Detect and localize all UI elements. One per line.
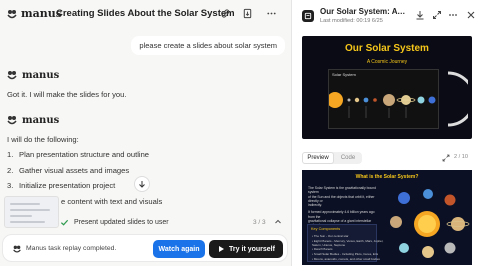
- export-file-icon[interactable]: [240, 6, 254, 20]
- manus-logo-icon: [13, 245, 21, 253]
- document-icon: [302, 10, 314, 22]
- brand[interactable]: manus: [6, 7, 62, 20]
- user-message: please create a slides about solar syste…: [131, 36, 285, 55]
- task-text: Present updated slides to user: [74, 218, 169, 226]
- preview-pane: Our Solar System: A C... Last modified: …: [291, 0, 480, 266]
- manus-logo-icon: [7, 116, 17, 125]
- chat-pane: manus Creating Slides About the Solar Sy…: [0, 0, 291, 266]
- scroll-to-bottom-button[interactable]: [134, 176, 150, 192]
- replay-status: Manus task replay completed.: [26, 245, 117, 252]
- slide-title: What is the Solar System?: [355, 174, 419, 180]
- agent-reply: I will do the following:: [7, 135, 79, 144]
- page-counter: 2 / 10: [454, 154, 468, 160]
- more-options-icon[interactable]: [264, 6, 278, 20]
- fullscreen-icon[interactable]: [442, 154, 450, 162]
- close-icon[interactable]: [465, 9, 477, 21]
- preview-tabs: Preview Code 2 / 10: [302, 152, 472, 164]
- document-title: Our Solar System: A C...: [320, 7, 406, 16]
- slide-preview-1[interactable]: Our Solar System A Cosmic Journey Solar …: [302, 36, 472, 139]
- plan-item: 1. Plan presentation structure and outlin…: [7, 150, 150, 159]
- expand-icon[interactable]: [431, 9, 443, 21]
- slide-subtitle: A Cosmic Journey: [366, 59, 408, 65]
- planets-collage: [390, 189, 470, 258]
- play-icon: [219, 246, 225, 252]
- slide-title: Our Solar System: [345, 43, 429, 54]
- chat-header: manus Creating Slides About the Solar Sy…: [0, 0, 291, 28]
- chevron-up-icon[interactable]: [274, 218, 282, 226]
- more-options-icon[interactable]: [447, 9, 459, 21]
- agent-header: manus: [6, 69, 59, 81]
- agent-name: manus: [22, 69, 60, 81]
- planets-illustration: [327, 92, 436, 118]
- try-it-yourself-button[interactable]: Try it yourself: [209, 240, 283, 258]
- link-icon[interactable]: [218, 6, 232, 20]
- planet-crescent: [447, 71, 468, 127]
- download-icon[interactable]: [414, 9, 426, 21]
- panel-label: Solar System: [332, 72, 356, 77]
- agent-reply: Got it. I will make the slides for you.: [7, 90, 127, 99]
- solar-system-image: Solar System: [327, 69, 439, 129]
- replay-bar: Manus task replay completed. Watch again…: [2, 234, 288, 262]
- task-count: 3 / 3: [253, 218, 266, 226]
- computer-preview-thumbnail[interactable]: [4, 196, 59, 228]
- tab-code[interactable]: Code: [335, 152, 361, 164]
- page-title: Creating Slides About the Solar System: [56, 8, 235, 19]
- key-components-box: Key Components • The Sun - Our central s…: [307, 224, 383, 262]
- box-title: Key Components: [311, 227, 341, 231]
- agent-header: manus: [6, 114, 59, 126]
- slide-preview-2[interactable]: What is the Solar System? The Solar Syst…: [302, 170, 472, 265]
- task-progress[interactable]: Present updated slides to user 3 / 3: [60, 214, 292, 230]
- check-icon: [60, 219, 69, 226]
- try-it-yourself-label: Try it yourself: [229, 245, 275, 253]
- tab-preview[interactable]: Preview: [302, 152, 334, 164]
- manus-logo-icon: [7, 71, 17, 80]
- arrow-down-icon: [139, 181, 145, 188]
- agent-name: manus: [22, 114, 60, 126]
- watch-again-button[interactable]: Watch again: [153, 240, 205, 258]
- manus-logo-icon: [7, 9, 17, 18]
- last-modified: Last modified: 00:19 6/25: [320, 18, 383, 24]
